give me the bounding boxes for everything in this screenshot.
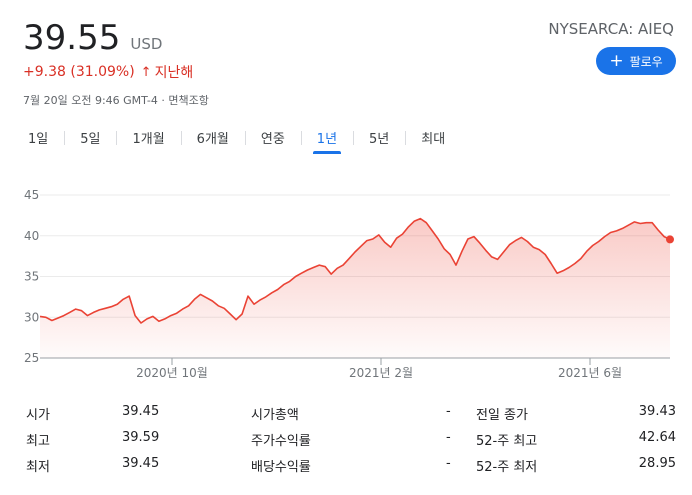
stat-row: 최고 39.59 주가수익률 - 52-주 최고 42.64 bbox=[26, 426, 676, 452]
stat-label-52w-low: 52-주 최저 bbox=[476, 460, 538, 475]
tab-5y[interactable]: 5년 bbox=[353, 120, 405, 154]
stat-value-market-cap: - bbox=[446, 404, 451, 419]
tab-max[interactable]: 최대 bbox=[405, 120, 461, 154]
follow-label: 팔로우 bbox=[629, 54, 663, 69]
price-chart-svg: 25 30 35 40 45 2020년 10월 2021년 2월 2021년 6월 bbox=[24, 188, 674, 380]
stat-label-52w-high: 52-주 최고 bbox=[476, 434, 538, 449]
stat-value-prev-close: 39.43 bbox=[638, 404, 676, 419]
ticker-symbol: NYSEARCA: AIEQ bbox=[548, 20, 674, 38]
stat-label-high: 최고 bbox=[26, 434, 50, 449]
y-tick-label: 40 bbox=[24, 229, 39, 243]
stat-label-prev-close: 전일 종가 bbox=[476, 408, 528, 423]
arrow-up-icon: ↑ bbox=[140, 64, 152, 80]
stat-value-high: 39.59 bbox=[122, 430, 160, 445]
tab-ytd[interactable]: 연중 bbox=[244, 120, 301, 154]
stat-value-pe-ratio: - bbox=[446, 430, 451, 445]
stat-value-52w-low: 28.95 bbox=[638, 456, 676, 471]
price-area-fill bbox=[40, 218, 670, 358]
stat-value-52w-high: 42.64 bbox=[638, 430, 676, 445]
change-value: +9.38 (31.09%) bbox=[23, 64, 135, 80]
tab-1d[interactable]: 1일 bbox=[12, 120, 64, 154]
tab-1y[interactable]: 1년 bbox=[300, 120, 353, 154]
stat-label-open: 시가 bbox=[26, 408, 50, 423]
stat-value-dividend-yield: - bbox=[446, 456, 451, 471]
price-change: +9.38 (31.09%) ↑ 지난해 bbox=[23, 62, 193, 82]
change-period: 지난해 bbox=[154, 65, 194, 81]
currency-label: USD bbox=[130, 35, 163, 53]
stat-label-market-cap: 시가총액 bbox=[251, 408, 299, 423]
stat-label-pe-ratio: 주가수익률 bbox=[251, 434, 311, 449]
current-price: 39.55 bbox=[23, 18, 121, 58]
y-tick-label: 45 bbox=[24, 188, 39, 202]
time-range-tabs: 1일 5일 1개월 6개월 연중 1년 5년 최대 bbox=[12, 120, 461, 154]
stat-row: 시가 39.45 시가총액 - 전일 종가 39.43 bbox=[26, 400, 676, 426]
follow-button[interactable]: + 팔로우 bbox=[596, 47, 676, 75]
stat-label-low: 최저 bbox=[26, 460, 50, 475]
stat-label-dividend-yield: 배당수익률 bbox=[251, 460, 311, 475]
x-tick-label: 2021년 6월 bbox=[558, 366, 622, 380]
y-tick-label: 25 bbox=[24, 351, 39, 365]
stat-value-low: 39.45 bbox=[122, 456, 160, 471]
stat-value-open: 39.45 bbox=[122, 404, 160, 419]
stats-table: 시가 39.45 시가총액 - 전일 종가 39.43 최고 39.59 주가수… bbox=[26, 400, 676, 478]
x-tick-label: 2020년 10월 bbox=[136, 366, 208, 380]
stat-row: 최저 39.45 배당수익률 - 52-주 최저 28.95 bbox=[26, 452, 676, 478]
tab-5d[interactable]: 5일 bbox=[64, 120, 116, 154]
x-tick-label: 2021년 2월 bbox=[349, 366, 413, 380]
tab-6m[interactable]: 6개월 bbox=[180, 120, 245, 154]
price-row: 39.55 USD bbox=[23, 18, 162, 58]
price-chart[interactable]: 25 30 35 40 45 2020년 10월 2021년 2월 2021년 6월 bbox=[0, 180, 692, 385]
y-tick-label: 35 bbox=[24, 270, 39, 284]
y-tick-label: 30 bbox=[24, 310, 39, 324]
tab-1m[interactable]: 1개월 bbox=[116, 120, 180, 154]
plus-icon: + bbox=[609, 50, 624, 71]
current-price-dot bbox=[666, 235, 674, 244]
quote-timestamp: 7월 20일 오전 9:46 GMT-4 · 면책조항 bbox=[23, 94, 209, 107]
